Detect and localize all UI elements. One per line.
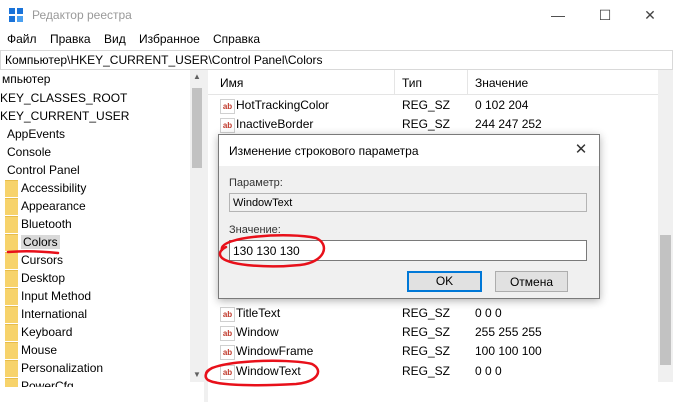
maximize-button[interactable]: ☐ bbox=[582, 0, 628, 30]
close-button[interactable]: ✕ bbox=[627, 0, 673, 30]
list-row[interactable]: ab InactiveBorder REG_SZ 244 247 252 bbox=[208, 115, 658, 134]
tree-item-hkcu[interactable]: KEY_CURRENT_USER bbox=[0, 107, 129, 125]
menu-file[interactable]: Файл bbox=[7, 32, 37, 46]
value-input[interactable]: 130 130 130 bbox=[229, 240, 587, 261]
tree-item-input-method[interactable]: Input Method bbox=[5, 287, 91, 306]
registry-editor-icon bbox=[9, 8, 23, 22]
dialog-title: Изменение строкового параметра bbox=[229, 144, 419, 158]
tree-item-desktop[interactable]: Desktop bbox=[5, 269, 65, 288]
folder-icon bbox=[5, 342, 18, 360]
value-label: Значение: bbox=[229, 224, 281, 236]
column-divider[interactable] bbox=[467, 70, 468, 94]
tree-item-cursors[interactable]: Cursors bbox=[5, 251, 63, 270]
list-scrollbar[interactable] bbox=[658, 70, 673, 382]
tree-scrollbar[interactable]: ▲ ▼ bbox=[190, 70, 204, 382]
edit-string-dialog: Изменение строкового параметра ✕ Парамет… bbox=[218, 134, 600, 299]
title-bar: Редактор реестра — ☐ ✕ bbox=[0, 0, 673, 30]
string-value-icon: ab bbox=[220, 307, 235, 322]
string-value-icon: ab bbox=[220, 345, 235, 360]
folder-icon bbox=[5, 360, 18, 378]
folder-icon bbox=[5, 378, 18, 387]
param-label: Параметр: bbox=[229, 177, 283, 189]
column-divider[interactable] bbox=[394, 70, 395, 94]
list-row[interactable]: ab Window REG_SZ 255 255 255 bbox=[208, 323, 658, 342]
folder-icon bbox=[5, 198, 18, 216]
list-row[interactable]: ab HotTrackingColor REG_SZ 0 102 204 bbox=[208, 96, 658, 115]
menu-view[interactable]: Вид bbox=[104, 32, 126, 46]
folder-icon bbox=[5, 270, 18, 288]
string-value-icon: ab bbox=[220, 326, 235, 341]
tree-pane: мпьютер KEY_CLASSES_ROOT KEY_CURRENT_USE… bbox=[0, 70, 204, 402]
address-path: Компьютер\HKEY_CURRENT_USER\Control Pane… bbox=[5, 53, 323, 67]
tree-item-bluetooth[interactable]: Bluetooth bbox=[5, 215, 72, 234]
string-value-icon: ab bbox=[220, 118, 235, 133]
ok-button[interactable]: OK bbox=[407, 271, 482, 292]
tree-item-computer[interactable]: мпьютер bbox=[2, 70, 50, 88]
tree-item-mouse[interactable]: Mouse bbox=[5, 341, 57, 360]
list-row[interactable]: ab WindowFrame REG_SZ 100 100 100 bbox=[208, 342, 658, 361]
scroll-up-arrow-icon[interactable]: ▲ bbox=[190, 70, 204, 84]
minimize-button[interactable]: — bbox=[535, 0, 581, 30]
window-title: Редактор реестра bbox=[32, 8, 132, 22]
folder-icon bbox=[5, 180, 18, 198]
folder-icon bbox=[5, 252, 18, 270]
list-scroll-thumb[interactable] bbox=[660, 235, 671, 365]
string-value-icon: ab bbox=[220, 99, 235, 114]
tree-item-colors[interactable]: Colors bbox=[5, 233, 60, 252]
folder-icon bbox=[5, 234, 18, 252]
tree-item-appevents[interactable]: AppEvents bbox=[7, 125, 65, 143]
tree-item-hkcr[interactable]: KEY_CLASSES_ROOT bbox=[0, 89, 127, 107]
tree-item-personalization[interactable]: Personalization bbox=[5, 359, 103, 378]
folder-icon bbox=[5, 306, 18, 324]
tree-item-powercfg[interactable]: PowerCfg bbox=[5, 377, 74, 387]
column-name[interactable]: Имя bbox=[220, 76, 243, 90]
column-value[interactable]: Значение bbox=[475, 76, 528, 90]
scroll-down-arrow-icon[interactable]: ▼ bbox=[190, 368, 204, 382]
column-type[interactable]: Тип bbox=[402, 76, 422, 90]
tree-item-control-panel[interactable]: Control Panel bbox=[7, 161, 80, 179]
tree-scroll-thumb[interactable] bbox=[192, 88, 202, 168]
address-bar[interactable]: Компьютер\HKEY_CURRENT_USER\Control Pane… bbox=[0, 50, 673, 70]
tree-item-accessibility[interactable]: Accessibility bbox=[5, 179, 86, 198]
tree-item-appearance[interactable]: Appearance bbox=[5, 197, 86, 216]
string-value-icon: ab bbox=[220, 365, 235, 380]
folder-icon bbox=[5, 324, 18, 342]
dialog-close-button[interactable]: ✕ bbox=[569, 139, 593, 161]
menu-help[interactable]: Справка bbox=[213, 32, 260, 46]
list-header: Имя Тип Значение bbox=[208, 70, 658, 95]
tree-item-keyboard[interactable]: Keyboard bbox=[5, 323, 72, 342]
menu-edit[interactable]: Правка bbox=[50, 32, 91, 46]
param-name-field: WindowText bbox=[229, 193, 587, 212]
folder-icon bbox=[5, 216, 18, 234]
menu-favorites[interactable]: Избранное bbox=[139, 32, 200, 46]
dialog-title-bar: Изменение строкового параметра ✕ bbox=[219, 135, 599, 166]
list-row-windowtext[interactable]: ab WindowText REG_SZ 0 0 0 bbox=[208, 362, 658, 381]
menu-bar: Файл Правка Вид Избранное Справка bbox=[0, 30, 673, 50]
folder-icon bbox=[5, 288, 18, 306]
tree-item-international[interactable]: International bbox=[5, 305, 87, 324]
tree-item-console[interactable]: Console bbox=[7, 143, 51, 161]
list-row[interactable]: ab TitleText REG_SZ 0 0 0 bbox=[208, 304, 658, 323]
cancel-button[interactable]: Отмена bbox=[495, 271, 568, 292]
